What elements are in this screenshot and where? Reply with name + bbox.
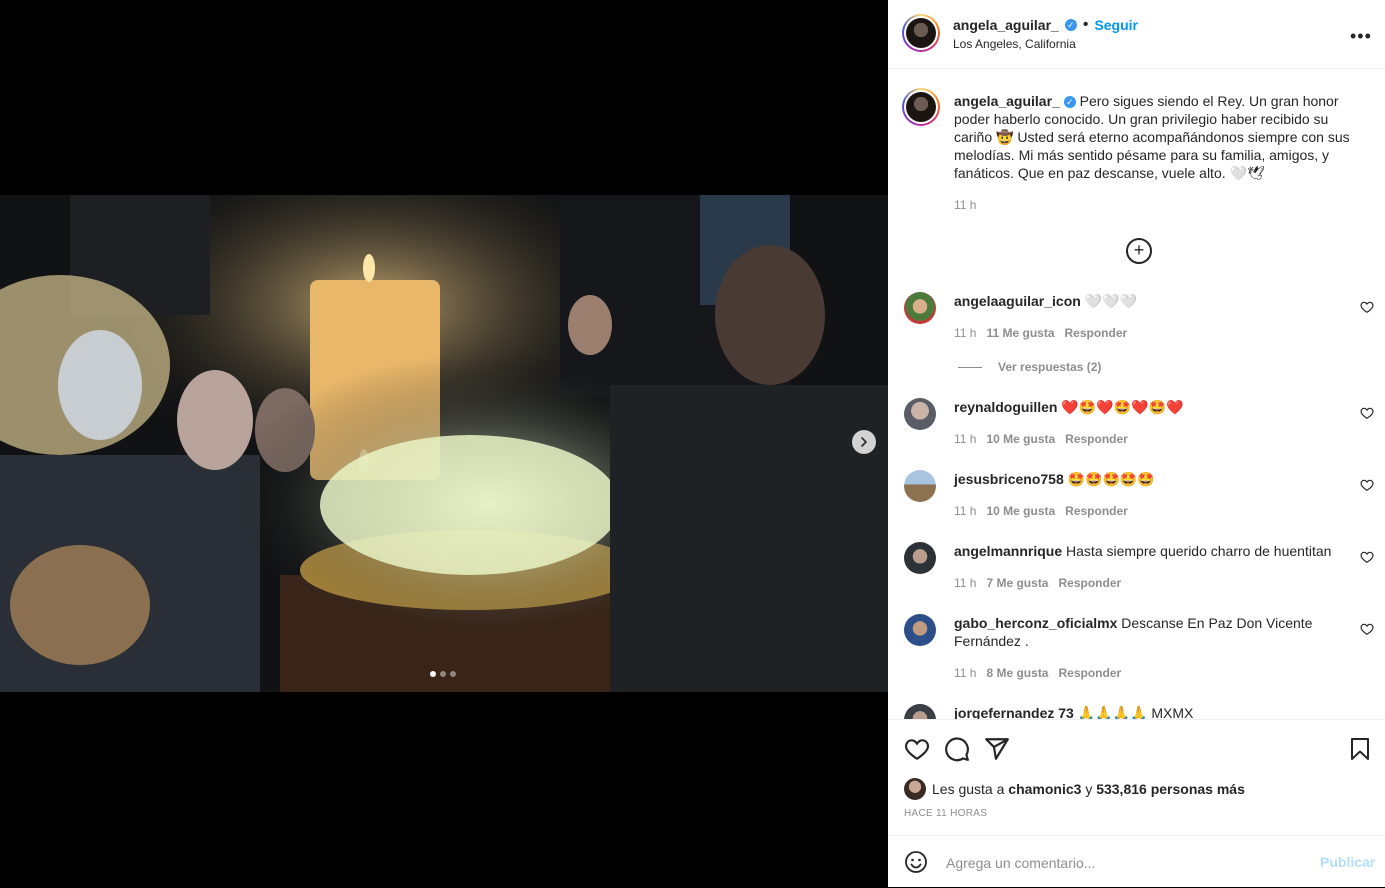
chevron-right-icon (861, 437, 868, 447)
post-side-panel: angela_aguilar_ ✓ • Seguir Los Angeles, … (888, 0, 1385, 887)
comment-text: Hasta siempre querido charro de huentita… (1066, 543, 1332, 559)
comment-time[interactable]: 11 h (954, 576, 976, 590)
avatar[interactable] (904, 704, 936, 719)
comment-text: 🤩🤩🤩🤩🤩 (1067, 471, 1155, 487)
comment-time[interactable]: 11 h (954, 432, 976, 446)
comment-likes[interactable]: 8 Me gusta (986, 666, 1048, 680)
list-item: jorgefernandez 73 🙏🙏🙏🙏 MXMX (888, 702, 1385, 719)
verified-badge-icon: ✓ (1064, 19, 1077, 31)
likes-prefix: Les gusta a (932, 781, 1005, 797)
post-photo[interactable] (0, 195, 888, 692)
heart-icon[interactable] (1360, 300, 1374, 314)
view-replies-button[interactable]: Ver respuestas (2) (958, 360, 1101, 374)
like-heart-icon[interactable] (904, 736, 930, 762)
avatar[interactable] (904, 398, 936, 430)
emoji-icon[interactable] (904, 850, 928, 874)
comment-username[interactable]: jorgefernandez 73 (954, 705, 1074, 719)
caption-username[interactable]: angela_aguilar_ (954, 93, 1060, 109)
carousel-dot (450, 671, 456, 677)
avatar[interactable] (902, 14, 940, 52)
heart-icon[interactable] (1360, 478, 1374, 492)
heart-icon[interactable] (1360, 622, 1374, 636)
avatar[interactable] (902, 88, 940, 126)
comment-text: ❤️🤩❤️🤩❤️🤩❤️ (1061, 399, 1184, 415)
avatar (904, 778, 926, 800)
likes-summary[interactable]: Les gusta a chamonic3 y 533,816 personas… (904, 778, 1245, 800)
post-actions: Les gusta a chamonic3 y 533,816 personas… (888, 719, 1385, 836)
comment-username[interactable]: jesusbriceno758 (954, 471, 1064, 487)
reply-button[interactable]: Responder (1058, 576, 1121, 590)
load-more-comments-icon[interactable]: + (1126, 238, 1152, 264)
media-stage (0, 0, 888, 887)
comment-time[interactable]: 11 h (954, 666, 976, 680)
carousel-dots (430, 671, 456, 677)
post-header: angela_aguilar_ ✓ • Seguir Los Angeles, … (888, 0, 1385, 69)
comment-likes[interactable]: 10 Me gusta (986, 504, 1055, 518)
avatar[interactable] (904, 470, 936, 502)
comment-likes[interactable]: 11 Me gusta (986, 326, 1054, 340)
next-slide-button[interactable] (852, 430, 876, 454)
comment-composer: Publicar (888, 835, 1385, 888)
caption-time[interactable]: 11 h (954, 198, 976, 212)
bookmark-icon[interactable] (1348, 736, 1372, 762)
liker-username[interactable]: chamonic3 (1008, 781, 1081, 797)
likes-count[interactable]: 533,816 personas más (1096, 781, 1245, 797)
share-icon[interactable] (984, 736, 1010, 762)
username[interactable]: angela_aguilar_ (953, 17, 1059, 33)
reply-button[interactable]: Responder (1065, 326, 1128, 340)
reply-button[interactable]: Responder (1065, 432, 1128, 446)
carousel-dot (440, 671, 446, 677)
location-link[interactable]: Los Angeles, California (953, 37, 1076, 51)
avatar[interactable] (904, 614, 936, 646)
comment-time[interactable]: 11 h (954, 326, 976, 340)
comment-text: 🤍🤍🤍 (1084, 293, 1138, 309)
comment-likes[interactable]: 7 Me gusta (986, 576, 1048, 590)
more-options-icon[interactable]: ••• (1350, 26, 1372, 47)
comment-likes[interactable]: 10 Me gusta (986, 432, 1055, 446)
likes-middle: y (1085, 781, 1093, 797)
comment-username[interactable]: angelaaguilar_icon (954, 293, 1081, 309)
reply-button[interactable]: Responder (1065, 504, 1128, 518)
publish-button[interactable]: Publicar (1320, 854, 1375, 870)
heart-icon[interactable] (1360, 406, 1374, 420)
carousel-dot (430, 671, 436, 677)
verified-badge-icon: ✓ (1063, 96, 1076, 109)
avatar[interactable] (904, 542, 936, 574)
comment-text: 🙏🙏🙏🙏 MXMX (1077, 705, 1194, 719)
comment-time[interactable]: 11 h (954, 504, 976, 518)
heart-icon[interactable] (1360, 550, 1374, 564)
comment-username[interactable]: reynaldoguillen (954, 399, 1057, 415)
reply-button[interactable]: Responder (1058, 666, 1121, 680)
comment-icon[interactable] (944, 736, 970, 762)
follow-button[interactable]: Seguir (1094, 17, 1138, 33)
comment-username[interactable]: gabo_herconz_oficialmx (954, 615, 1117, 631)
comment-username[interactable]: angelmannrique (954, 543, 1062, 559)
avatar[interactable] (904, 292, 936, 324)
post-timestamp[interactable]: HACE 11 HORAS (904, 808, 987, 819)
comment-input[interactable] (944, 850, 1308, 876)
